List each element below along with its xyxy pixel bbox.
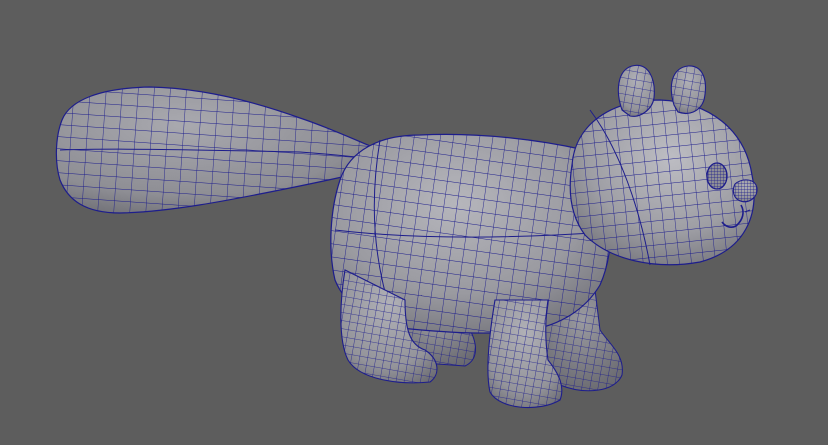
- ear-right[interactable]: [670, 65, 706, 115]
- tail[interactable]: [55, 86, 376, 214]
- nose[interactable]: [732, 179, 758, 203]
- eye[interactable]: [706, 162, 728, 190]
- 3d-viewport[interactable]: [0, 0, 828, 445]
- ear-left[interactable]: [617, 64, 655, 117]
- head[interactable]: [569, 99, 755, 266]
- viewport-canvas[interactable]: [0, 0, 828, 445]
